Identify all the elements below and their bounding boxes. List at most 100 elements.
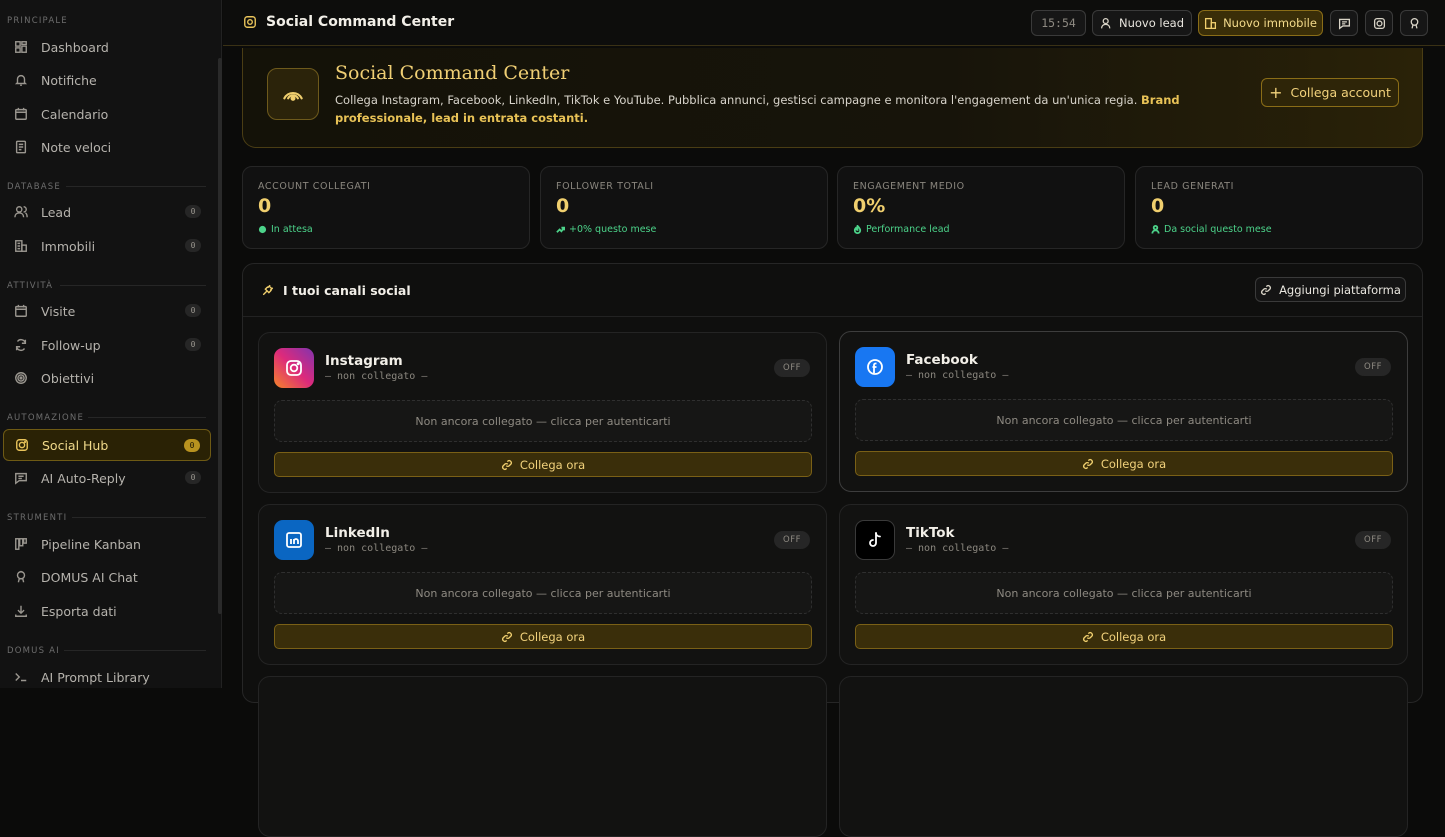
sidebar-item-label: Social Hub: [42, 437, 109, 453]
instagram-button[interactable]: [1365, 10, 1393, 36]
link-icon: [1261, 284, 1272, 295]
hero-description-text: Collega Instagram, Facebook, LinkedIn, T…: [335, 93, 1142, 107]
clock-display: 15:54: [1031, 10, 1086, 36]
sidebar-item-obiettivi[interactable]: Obiettivi: [3, 363, 211, 393]
stat-sub-text: +0% questo mese: [569, 224, 657, 235]
new-lead-label: Nuovo lead: [1118, 16, 1185, 30]
channel-card-next: [258, 676, 827, 837]
stat-value: 0%: [853, 195, 886, 217]
plus-icon: +: [1269, 83, 1283, 102]
sidebar-item-label: AI Prompt Library: [41, 669, 150, 685]
connect-hint[interactable]: Non ancora collegato — clicca per autent…: [274, 400, 812, 442]
section-divider: [64, 650, 206, 651]
stat-lead-generati: LEAD GENERATI 0 Da social questo mese: [1135, 166, 1423, 249]
note-icon: [13, 139, 29, 155]
stat-engagement-medio: ENGAGEMENT MEDIO 0% Performance lead: [837, 166, 1125, 249]
connect-now-label: Collega ora: [1100, 456, 1167, 471]
new-property-button[interactable]: Nuovo immobile: [1198, 10, 1323, 36]
topbar: Social Command Center 15:54 Nuovo lead N…: [223, 0, 1445, 46]
sidebar-item-social-hub[interactable]: Social Hub 0: [3, 429, 211, 461]
channel-name: Facebook: [906, 352, 978, 368]
count-badge: 0: [185, 205, 201, 218]
plug-icon: [262, 284, 274, 296]
sidebar-item-dashboard[interactable]: Dashboard: [3, 32, 211, 62]
tiktok-logo-icon: [855, 520, 895, 560]
channel-status: — non collegato —: [906, 543, 1009, 554]
count-badge: 0: [185, 471, 201, 484]
hero-description: Collega Instagram, Facebook, LinkedIn, T…: [335, 91, 1235, 127]
link-icon: [1082, 458, 1093, 469]
sidebar-item-note-veloci[interactable]: Note veloci: [3, 132, 211, 162]
channel-status: — non collegato —: [906, 370, 1009, 381]
section-divider: [72, 517, 206, 518]
user-icon: [1151, 225, 1160, 234]
sidebar-item-label: Esporta dati: [41, 603, 117, 619]
sidebar-item-label: Notifiche: [41, 72, 97, 88]
connect-now-button[interactable]: Collega ora: [274, 624, 812, 649]
bot-icon: [1410, 17, 1418, 29]
sidebar-item-ai-auto-reply[interactable]: AI Auto-Reply 0: [3, 463, 211, 493]
instagram-logo-icon: [274, 348, 314, 388]
messages-button[interactable]: [1330, 10, 1358, 36]
hero-title: Social Command Center: [335, 62, 570, 84]
link-icon: [1082, 631, 1093, 642]
connect-now-button[interactable]: Collega ora: [274, 452, 812, 477]
sidebar-item-label: Obiettivi: [41, 370, 95, 386]
stat-value: 0: [556, 195, 570, 217]
sidebar-item-label: Pipeline Kanban: [41, 536, 141, 552]
ai-assistant-button[interactable]: [1400, 10, 1428, 36]
connect-hint[interactable]: Non ancora collegato — clicca per autent…: [855, 399, 1393, 441]
sidebar-item-immobili[interactable]: Immobili 0: [3, 231, 211, 261]
stat-sub-text: Da social questo mese: [1164, 224, 1272, 235]
connect-hint[interactable]: Non ancora collegato — clicca per autent…: [274, 572, 812, 614]
sidebar-item-notifiche[interactable]: Notifiche: [3, 65, 211, 95]
building-icon: [13, 238, 29, 254]
count-badge: 0: [185, 338, 201, 351]
sidebar-item-esporta-dati[interactable]: Esporta dati: [3, 596, 211, 626]
sidebar-item-label: DOMUS AI Chat: [41, 569, 138, 585]
refresh-icon: [13, 337, 29, 353]
connect-account-label: Collega account: [1290, 85, 1391, 100]
add-platform-button[interactable]: Aggiungi piattaforma: [1255, 277, 1406, 302]
message-icon: [1338, 18, 1350, 30]
stat-account-collegati: ACCOUNT COLLEGATI 0 In attesa: [242, 166, 530, 249]
sidebar-item-follow-up[interactable]: Follow-up 0: [3, 330, 211, 360]
hero-banner: Social Command Center Collega Instagram,…: [242, 48, 1423, 148]
connect-now-button[interactable]: Collega ora: [855, 451, 1393, 476]
section-database: DATABASE: [7, 182, 61, 192]
connect-now-label: Collega ora: [519, 629, 586, 644]
connect-hint[interactable]: Non ancora collegato — clicca per autent…: [855, 572, 1393, 614]
stat-value: 0: [258, 195, 272, 217]
channel-card-facebook: Facebook — non collegato — OFF Non ancor…: [839, 331, 1408, 492]
terminal-icon: [13, 669, 29, 685]
section-automazione: AUTOMAZIONE: [7, 413, 85, 423]
connect-now-label: Collega ora: [519, 457, 586, 472]
stat-sub: In attesa: [258, 224, 313, 235]
link-icon: [501, 459, 512, 470]
link-icon: [501, 631, 512, 642]
sidebar-item-calendario[interactable]: Calendario: [3, 99, 211, 129]
stat-sub: +0% questo mese: [556, 224, 656, 235]
bot-icon: [13, 569, 29, 585]
section-strumenti: STRUMENTI: [7, 513, 68, 523]
connect-now-button[interactable]: Collega ora: [855, 624, 1393, 649]
stat-value: 0: [1151, 195, 1165, 217]
building-icon: [1205, 17, 1217, 29]
add-platform-label: Aggiungi piattaforma: [1279, 282, 1401, 297]
sidebar-item-lead[interactable]: Lead 0: [3, 197, 211, 227]
channel-card-next: [839, 676, 1408, 837]
calendar-icon: [13, 303, 29, 319]
stat-label: FOLLOWER TOTALI: [556, 181, 654, 192]
kanban-icon: [13, 536, 29, 552]
sidebar-item-domus-ai-chat[interactable]: DOMUS AI Chat: [3, 562, 211, 592]
new-lead-button[interactable]: Nuovo lead: [1092, 10, 1192, 36]
target-icon: [13, 370, 29, 386]
instagram-icon: [1373, 17, 1385, 29]
sidebar-item-label: Immobili: [41, 238, 96, 254]
sidebar-item-label: AI Auto-Reply: [41, 470, 126, 486]
connect-account-button[interactable]: + Collega account: [1261, 78, 1399, 107]
sidebar-item-visite[interactable]: Visite 0: [3, 296, 211, 326]
sidebar-item-pipeline-kanban[interactable]: Pipeline Kanban: [3, 529, 211, 559]
sidebar-scrollbar[interactable]: [218, 58, 222, 614]
sidebar-item-label: Visite: [41, 303, 76, 319]
